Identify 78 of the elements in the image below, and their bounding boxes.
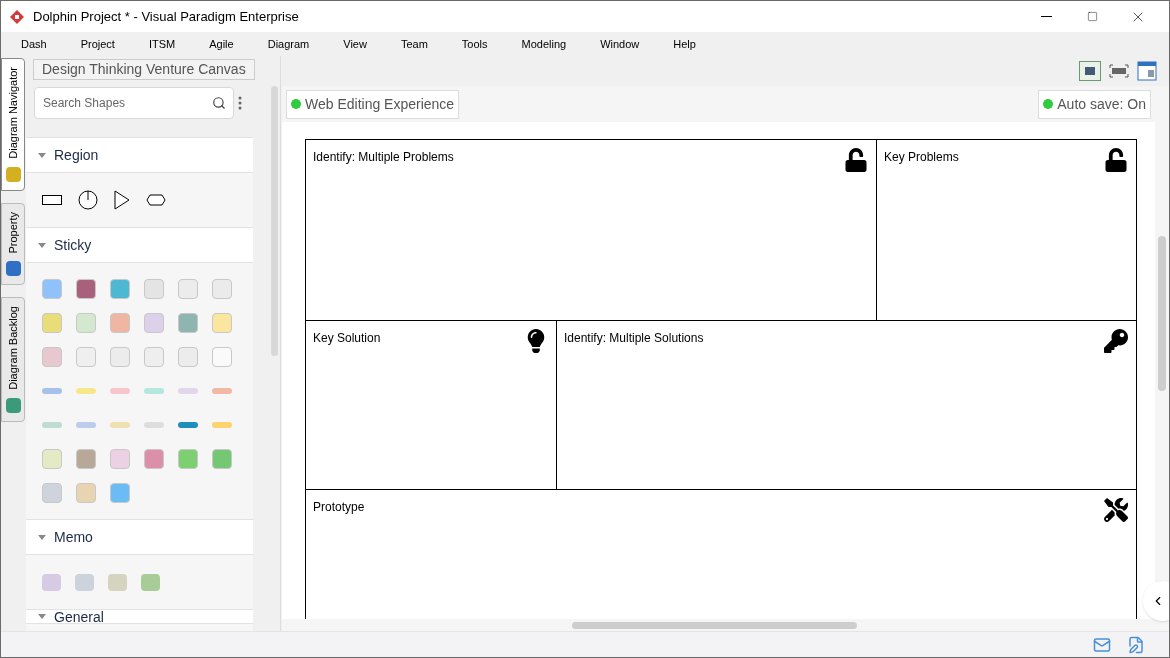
sticky-note-icon[interactable] — [110, 279, 130, 299]
cell-label: Key Problems — [884, 149, 959, 166]
menu-item[interactable]: Window — [600, 35, 640, 53]
menu-item[interactable]: View — [343, 35, 367, 53]
tab-icon — [5, 166, 21, 182]
minimize-icon — [1040, 16, 1052, 17]
side-tab[interactable]: Property — [1, 202, 25, 286]
menu-item[interactable]: Dash — [21, 35, 47, 53]
scrollbar-thumb[interactable] — [270, 86, 278, 356]
collapse-arrow-icon — [38, 614, 46, 619]
section-title: Sticky — [54, 235, 92, 255]
unlock-icon — [1104, 148, 1128, 172]
section-header[interactable]: Sticky — [26, 228, 253, 263]
memo-note-icon[interactable] — [108, 573, 127, 591]
menu-item[interactable]: Project — [80, 35, 115, 53]
section-title: General — [54, 610, 104, 623]
section-header[interactable]: Region — [26, 138, 253, 173]
canvas-cell[interactable]: Identify: Multiple Problems — [306, 140, 877, 320]
canvas-cell[interactable]: Key Solution — [306, 321, 557, 489]
section-header[interactable]: General — [26, 610, 253, 624]
collapse-arrow-icon — [38, 242, 46, 248]
tab-icon — [5, 261, 21, 277]
memo-note-icon[interactable] — [141, 573, 160, 591]
menu-item[interactable]: Diagram — [267, 35, 310, 53]
cell-label: Identify: Multiple Solutions — [564, 330, 704, 347]
sticky-note-icon[interactable] — [178, 449, 198, 469]
collapse-arrow-icon — [38, 152, 46, 158]
vertical-scrollbar-thumb[interactable] — [1158, 236, 1166, 391]
menu-item[interactable]: Modeling — [521, 35, 567, 53]
horizontal-scrollbar-thumb[interactable] — [572, 621, 857, 629]
side-tab[interactable]: Diagram Navigator — [1, 58, 25, 191]
cell-label: Key Solution — [313, 330, 381, 347]
sticky-note-icon[interactable] — [76, 279, 96, 299]
maximize-icon — [1086, 11, 1098, 22]
canvas-cell[interactable]: Prototype — [306, 490, 1136, 619]
section-title: Region — [54, 145, 99, 165]
menu-item[interactable]: Team — [400, 35, 428, 53]
sticky-note-icon[interactable] — [178, 313, 198, 333]
sticky-note-icon[interactable] — [42, 279, 62, 299]
sticky-note-icon[interactable] — [178, 422, 198, 428]
canvas-cell[interactable]: Key Problems — [877, 140, 1136, 320]
notes-icon[interactable] — [1127, 635, 1145, 654]
cell-label: Prototype — [313, 499, 365, 516]
status-text: Auto save: On — [1057, 94, 1146, 114]
sticky-note-icon[interactable] — [76, 449, 96, 469]
hexagon-shape-icon[interactable] — [146, 194, 166, 206]
key-icon — [1104, 329, 1128, 353]
sticky-note-icon[interactable] — [212, 449, 232, 469]
app-logo-icon — [9, 8, 25, 25]
breadcrumb[interactable]: Design Thinking Venture Canvas — [33, 59, 255, 80]
cell-label: Identify: Multiple Problems — [313, 149, 454, 166]
menu-item[interactable]: Tools — [461, 35, 488, 53]
tools-icon — [1104, 498, 1128, 522]
window-title: Dolphin Project * - Visual Paradigm Enterprise — [33, 7, 299, 26]
more-options-icon[interactable] — [238, 96, 242, 110]
tab-icon — [5, 398, 21, 414]
menu-item[interactable]: Help — [673, 35, 696, 53]
unlock-icon — [844, 148, 868, 172]
search-field[interactable]: Search Shapes — [34, 87, 234, 119]
memo-note-icon[interactable] — [42, 573, 61, 591]
search-icon — [212, 96, 226, 110]
memo-note-icon[interactable] — [75, 573, 94, 591]
status-text: Web Editing Experience — [305, 94, 455, 114]
mail-icon[interactable] — [1093, 635, 1111, 654]
sticky-note-icon[interactable] — [110, 483, 130, 503]
circle-shape-icon[interactable] — [78, 190, 98, 210]
layout-panel-icon[interactable] — [1137, 61, 1157, 81]
section-title: Memo — [54, 527, 93, 547]
rectangle-shape-icon[interactable] — [42, 195, 62, 205]
fit-screen-icon[interactable] — [1109, 64, 1129, 78]
triangle-shape-icon[interactable] — [114, 190, 130, 210]
canvas-cell[interactable]: Identify: Multiple Solutions — [557, 321, 1136, 489]
sticky-note-icon[interactable] — [144, 449, 164, 469]
side-tab[interactable]: Diagram Backlog — [1, 297, 25, 423]
collapse-arrow-icon — [38, 534, 46, 540]
section-header[interactable]: Memo — [26, 520, 253, 555]
menu-item[interactable]: ITSM — [148, 35, 176, 53]
menu-item[interactable]: Agile — [209, 35, 234, 53]
